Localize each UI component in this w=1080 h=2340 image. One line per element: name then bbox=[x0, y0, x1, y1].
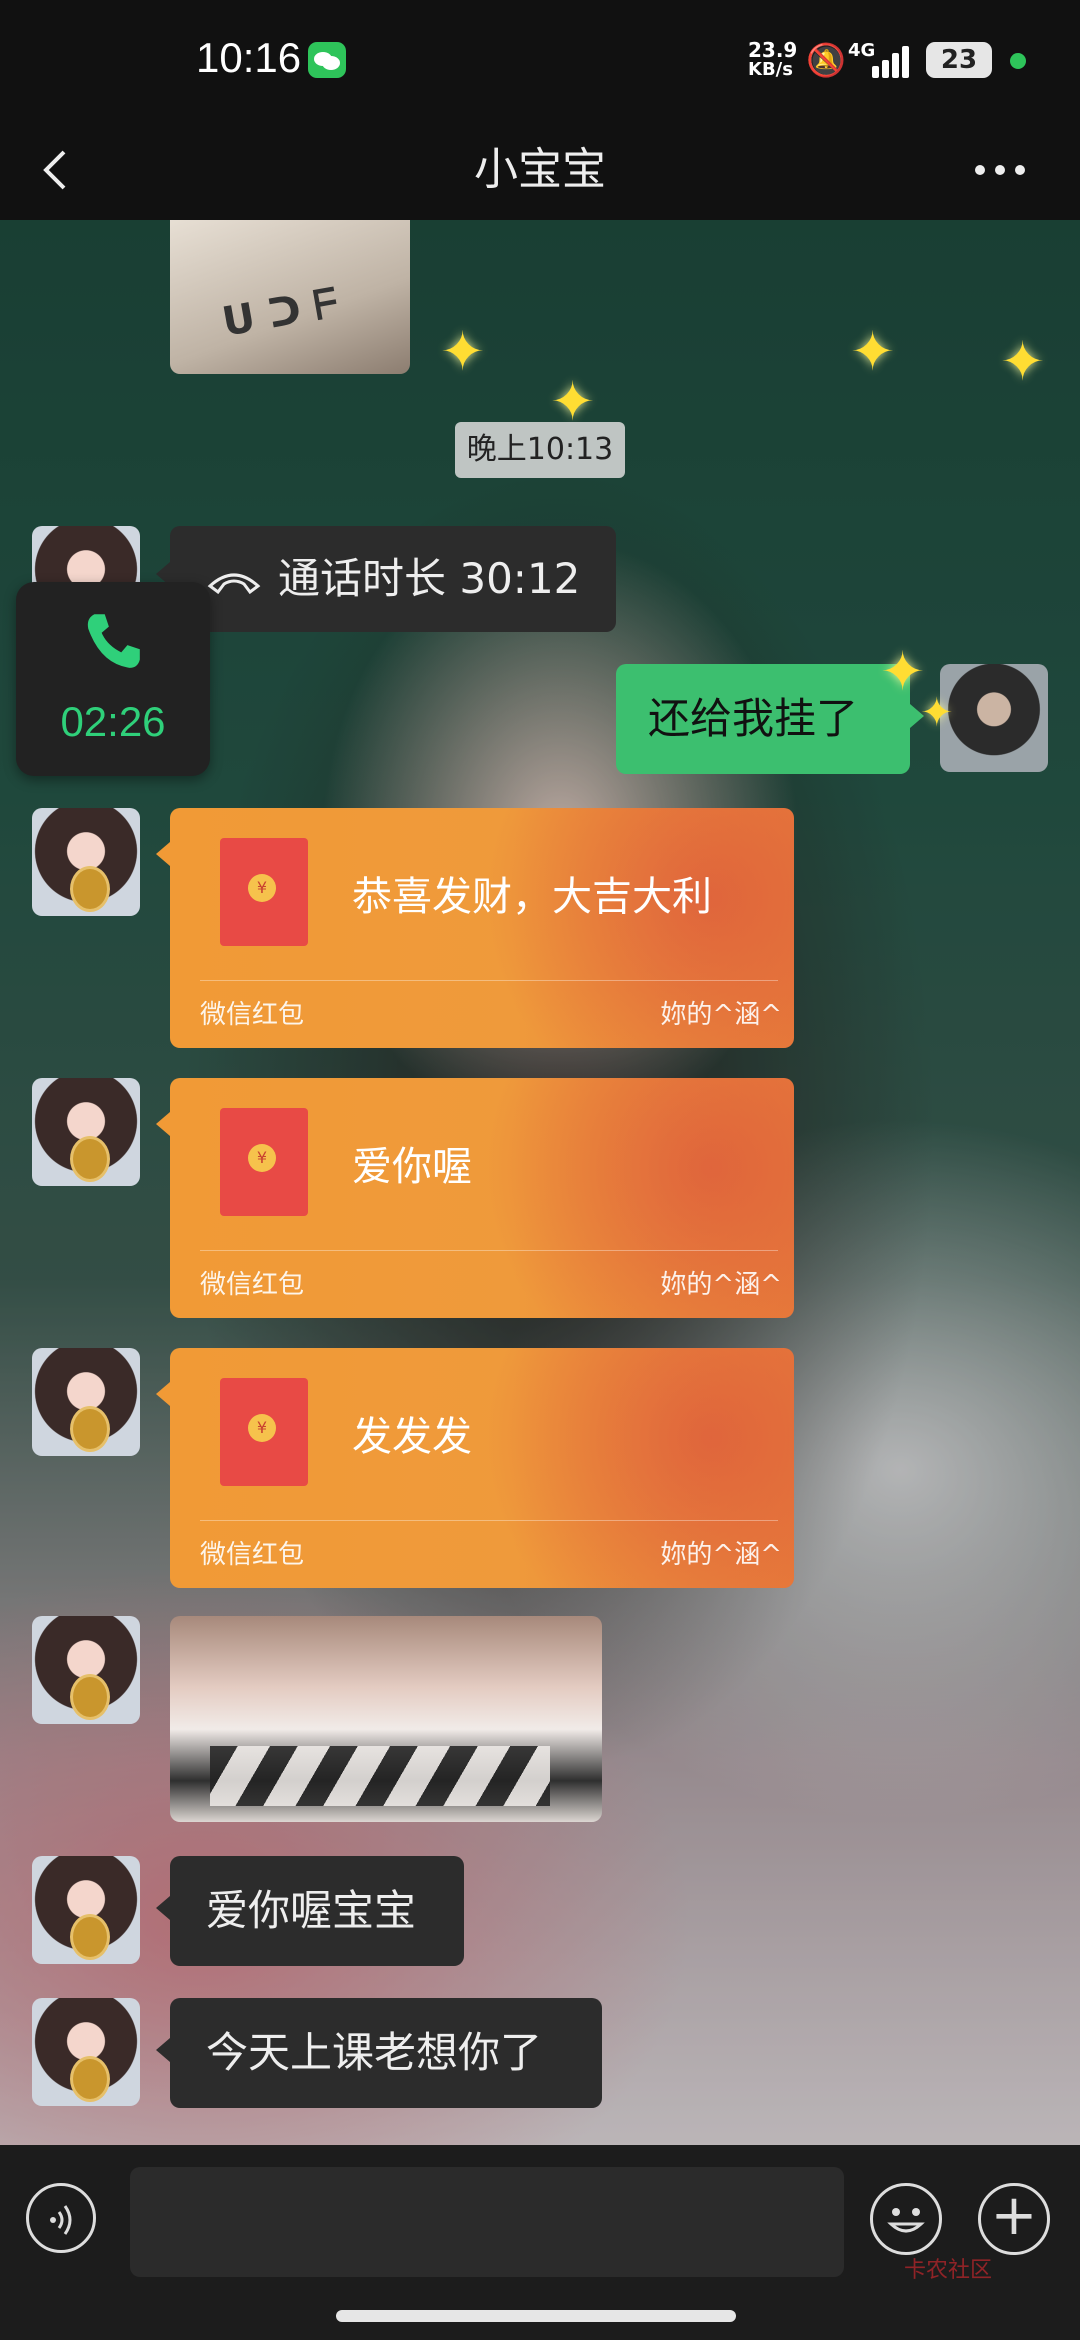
call-timer: 02:26 bbox=[60, 698, 166, 745]
chat-title: 小宝宝 bbox=[474, 144, 606, 195]
divider bbox=[200, 1520, 778, 1521]
voice-icon bbox=[50, 2205, 72, 2235]
contact-avatar[interactable] bbox=[32, 1998, 140, 2106]
my-message-text: 还给我挂了 bbox=[648, 694, 859, 743]
image-message[interactable]: ᑌ ᑐ ᖴ bbox=[170, 220, 410, 374]
red-packet-card[interactable]: ¥ 爱你喔 微信红包 妳的^涵^ bbox=[170, 1078, 794, 1318]
home-indicator[interactable] bbox=[336, 2310, 736, 2322]
chat-screen: ✦ ✦ ✦ ✦ ✦ 10:16 23.9KB/s 🔕 4G 23 小宝宝 bbox=[0, 0, 1080, 2340]
chevron-left-icon bbox=[43, 150, 66, 190]
my-message-bubble[interactable]: 还给我挂了 bbox=[616, 664, 910, 774]
call-duration-text: 通话时长 30:12 bbox=[278, 554, 581, 603]
message-bubble[interactable]: 爱你喔宝宝 bbox=[170, 1856, 464, 1966]
status-time: 10:16 bbox=[196, 34, 302, 81]
red-envelope-icon: ¥ bbox=[220, 838, 308, 946]
bubble-tail bbox=[156, 1112, 170, 1136]
call-record-bubble[interactable]: 通话时长 30:12 bbox=[170, 526, 616, 632]
back-button[interactable] bbox=[38, 130, 98, 210]
sparkle-icon: ✦ bbox=[880, 640, 926, 703]
network-speed: 23.9 KB/s bbox=[748, 38, 798, 80]
smiley-icon bbox=[887, 2208, 925, 2233]
more-dots-icon bbox=[975, 165, 1025, 175]
contact-avatar[interactable] bbox=[32, 808, 140, 916]
red-packet-sender: 妳的^涵^ bbox=[660, 1540, 782, 1570]
voice-input-button[interactable] bbox=[26, 2183, 96, 2253]
red-packet-card[interactable]: ¥ 发发发 微信红包 妳的^涵^ bbox=[170, 1348, 794, 1588]
photo-content bbox=[210, 1746, 550, 1806]
message-input[interactable] bbox=[130, 2167, 844, 2277]
image-message[interactable] bbox=[170, 1616, 602, 1822]
my-avatar[interactable] bbox=[940, 664, 1048, 772]
message-text: 爱你喔宝宝 bbox=[206, 1886, 417, 1935]
red-packet-message: 发发发 bbox=[352, 1414, 472, 1460]
red-packet-sender: 妳的^涵^ bbox=[660, 1000, 782, 1030]
signal-icon bbox=[872, 44, 916, 78]
message-bubble[interactable]: 今天上课老想你了 bbox=[170, 1998, 602, 2108]
red-envelope-icon: ¥ bbox=[220, 1108, 308, 1216]
message-text: 今天上课老想你了 bbox=[206, 2028, 543, 2077]
contact-avatar[interactable] bbox=[32, 1616, 140, 1724]
mute-bell-icon: 🔕 bbox=[806, 41, 846, 79]
red-envelope-icon: ¥ bbox=[220, 1378, 308, 1486]
wechat-notification-icon bbox=[308, 42, 346, 78]
more-actions-button[interactable]: + bbox=[978, 2183, 1050, 2255]
bubble-tail bbox=[156, 1896, 170, 1920]
privacy-indicator-icon bbox=[1010, 53, 1026, 69]
chat-header: 小宝宝 bbox=[0, 120, 1080, 220]
watermark: 卡农社区 bbox=[904, 2258, 993, 2283]
sparkle-icon: ✦ bbox=[1000, 330, 1046, 393]
bubble-tail bbox=[156, 2038, 170, 2062]
emoji-button[interactable] bbox=[870, 2183, 942, 2255]
plus-icon: + bbox=[990, 2183, 1038, 2248]
divider bbox=[200, 1250, 778, 1251]
floating-call-window[interactable]: 02:26 bbox=[16, 582, 210, 776]
contact-avatar[interactable] bbox=[32, 1348, 140, 1456]
contact-avatar[interactable] bbox=[32, 1856, 140, 1964]
divider bbox=[200, 980, 778, 981]
contact-avatar[interactable] bbox=[32, 1078, 140, 1186]
battery-indicator: 23 bbox=[926, 42, 992, 78]
sparkle-icon: ✦ bbox=[850, 320, 896, 383]
phone-icon bbox=[87, 614, 140, 668]
call-ended-icon bbox=[207, 573, 261, 594]
sparkle-icon: ✦ bbox=[440, 320, 486, 383]
sparkle-icon: ✦ bbox=[920, 690, 954, 736]
red-packet-brand: 微信红包 bbox=[200, 1000, 305, 1030]
red-packet-brand: 微信红包 bbox=[200, 1540, 305, 1570]
red-packet-message: 恭喜发财，大吉大利 bbox=[352, 874, 712, 920]
red-packet-sender: 妳的^涵^ bbox=[660, 1270, 782, 1300]
red-packet-message: 爱你喔 bbox=[352, 1144, 472, 1190]
message-timestamp: 晚上10:13 bbox=[455, 422, 625, 478]
bubble-tail bbox=[156, 842, 170, 866]
more-options-button[interactable] bbox=[970, 130, 1040, 210]
status-bar: 10:16 23.9 KB/s 🔕 4G 23 bbox=[0, 0, 1080, 120]
photo-content: ᑌ ᑐ ᖴ bbox=[218, 280, 342, 346]
bubble-tail bbox=[156, 1382, 170, 1406]
red-packet-brand: 微信红包 bbox=[200, 1270, 305, 1300]
red-packet-card[interactable]: ¥ 恭喜发财，大吉大利 微信红包 妳的^涵^ bbox=[170, 808, 794, 1048]
